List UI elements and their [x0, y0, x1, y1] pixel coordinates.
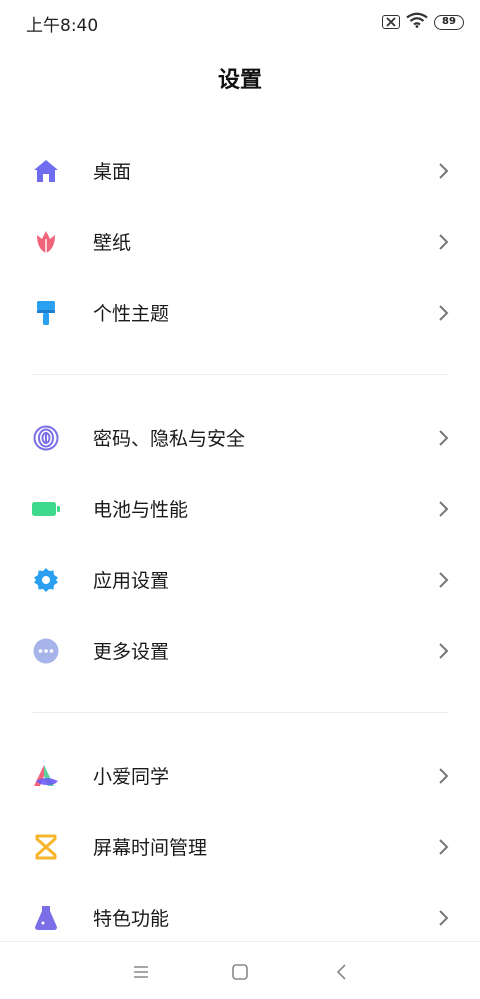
no-sim-icon [382, 15, 400, 29]
settings-item-label: 更多设置 [93, 641, 170, 663]
xiaoai-icon [32, 762, 60, 790]
chevron-right-icon [439, 838, 449, 855]
settings-item-label: 小爱同学 [93, 766, 170, 788]
gear-icon [32, 566, 60, 594]
settings-item-themes[interactable]: 个性主题 [0, 277, 480, 348]
settings-item-password-privacy-security[interactable]: 密码、隐私与安全 [0, 402, 480, 473]
settings-item-label: 桌面 [93, 161, 132, 183]
status-bar: 上午8:40 89 [0, 0, 480, 44]
chevron-right-icon [439, 429, 449, 446]
settings-item-label: 壁纸 [93, 232, 132, 254]
settings-item-label: 应用设置 [93, 570, 170, 592]
settings-item-label: 电池与性能 [93, 499, 189, 521]
settings-item-wallpaper[interactable]: 壁纸 [0, 206, 480, 277]
tulip-icon [32, 228, 60, 256]
chevron-right-icon [439, 304, 449, 321]
status-icons: 89 [382, 12, 464, 32]
chevron-right-icon [439, 571, 449, 588]
battery-indicator: 89 [434, 14, 464, 30]
battery-icon [32, 495, 60, 523]
divider [32, 712, 448, 713]
more-dots-icon [32, 637, 60, 665]
chevron-right-icon [439, 909, 449, 926]
divider [32, 374, 448, 375]
settings-item-xiaoai[interactable]: 小爱同学 [0, 740, 480, 811]
menu-icon[interactable] [131, 962, 151, 982]
chevron-right-icon [439, 162, 449, 179]
hourglass-icon [32, 833, 60, 861]
back-icon[interactable] [332, 962, 352, 982]
settings-item-battery-performance[interactable]: 电池与性能 [0, 473, 480, 544]
settings-item-label: 特色功能 [93, 908, 170, 930]
settings-item-more-settings[interactable]: 更多设置 [0, 615, 480, 686]
settings-group-features: 小爱同学 屏幕时间管理 特色功能 [0, 740, 480, 953]
settings-item-screen-time[interactable]: 屏幕时间管理 [0, 811, 480, 882]
chevron-right-icon [439, 500, 449, 517]
wifi-icon [406, 12, 428, 32]
home-icon [32, 157, 60, 185]
status-time: 上午8:40 [26, 16, 99, 36]
chevron-right-icon [439, 767, 449, 784]
page-title: 设置 [217, 68, 262, 93]
settings-screen: 上午8:40 89 设置 桌面 壁纸 个性主题 密码、隐私与安全 电池与性能 应… [0, 0, 480, 999]
navigation-bar [0, 941, 480, 999]
chevron-right-icon [439, 642, 449, 659]
settings-item-label: 密码、隐私与安全 [93, 428, 246, 450]
settings-group-system: 密码、隐私与安全 电池与性能 应用设置 更多设置 [0, 402, 480, 686]
paintbrush-icon [32, 299, 60, 327]
flask-icon [32, 904, 60, 932]
settings-item-desktop[interactable]: 桌面 [0, 135, 480, 206]
settings-item-app-settings[interactable]: 应用设置 [0, 544, 480, 615]
fingerprint-icon [32, 424, 60, 452]
home-square-icon[interactable] [230, 962, 250, 982]
settings-item-label: 屏幕时间管理 [93, 837, 208, 859]
settings-item-label: 个性主题 [93, 303, 170, 325]
chevron-right-icon [439, 233, 449, 250]
settings-group-personalization: 桌面 壁纸 个性主题 [0, 135, 480, 348]
